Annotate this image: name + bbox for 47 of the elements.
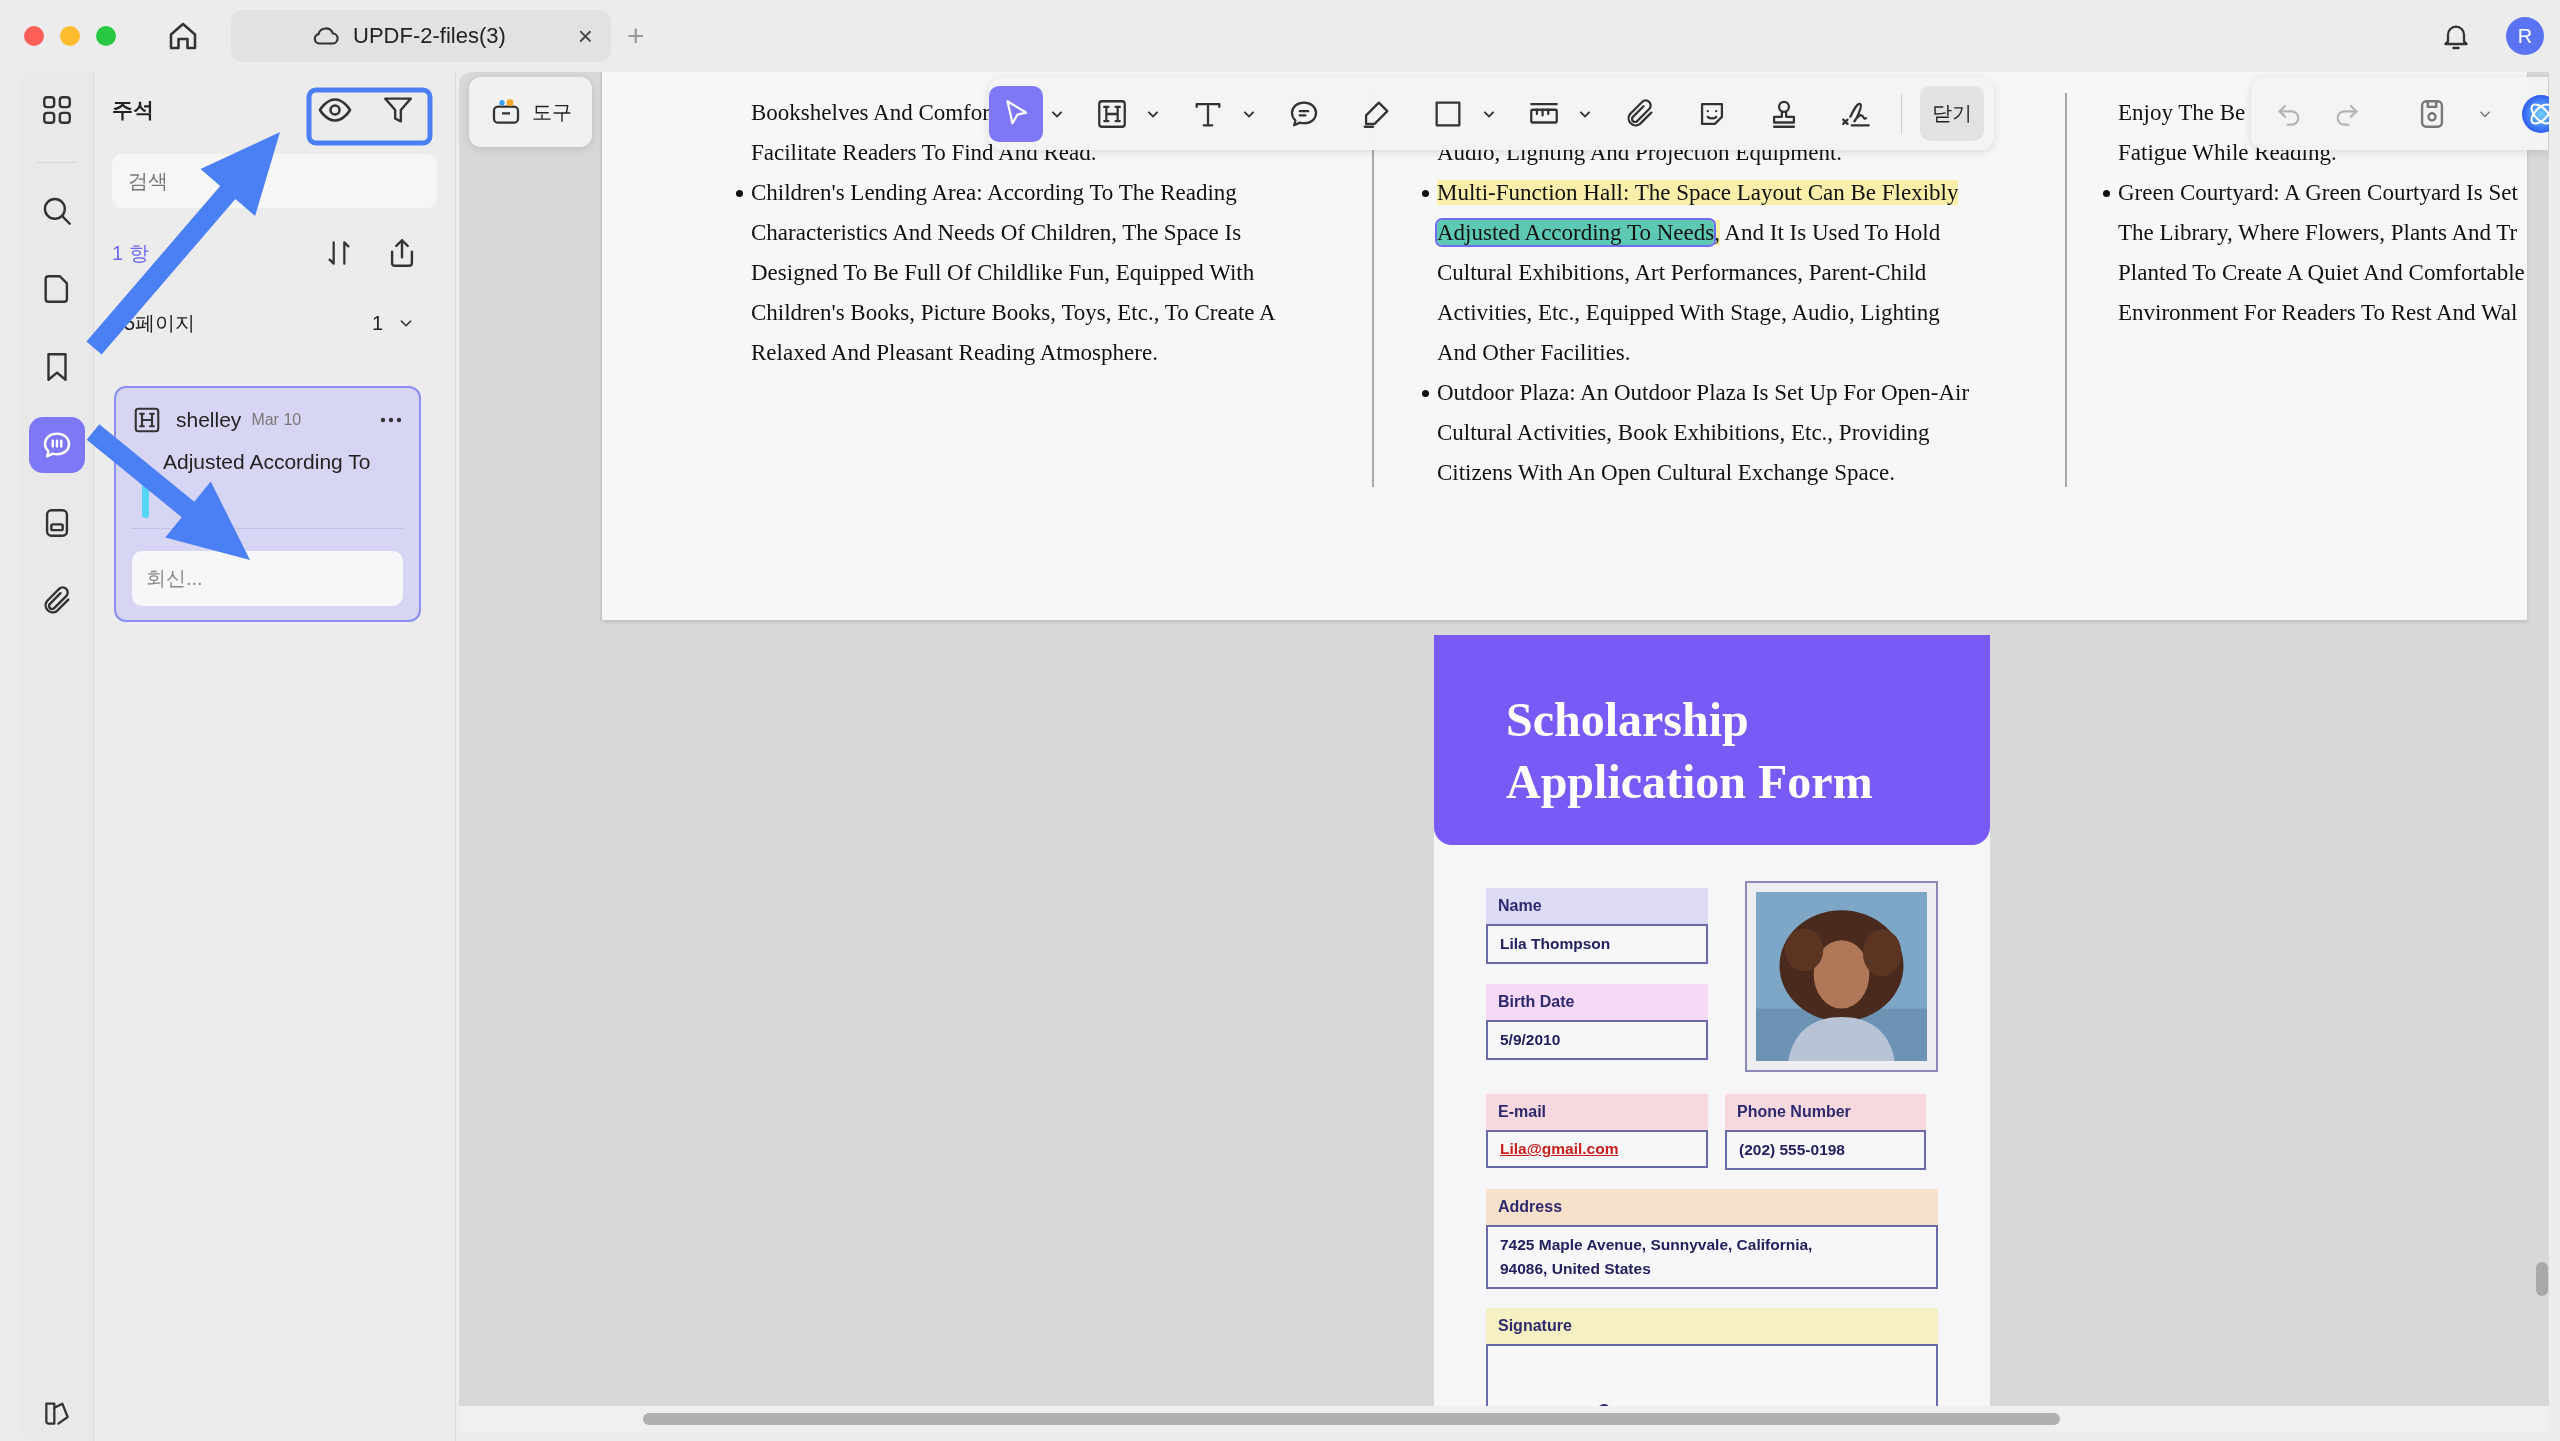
text-line: Characteristics And Needs Of Children, The Space Is (751, 219, 1242, 247)
text-line: Citizens With An Open Cultural Exchange Space. (1437, 459, 1895, 487)
email-link[interactable]: Lila@gmail.com (1500, 1140, 1619, 1158)
text-field[interactable]: 7425 Maple Avenue, Sunnyvale, California, 94086, United States (1486, 1225, 1938, 1289)
tools-button[interactable]: 도구 (469, 77, 592, 147)
comment-card[interactable]: shelley Mar 10 Adjusted According To 회신... (114, 386, 421, 622)
text-line: Children's Books, Picture Books, Toys, Etc., To Create A (751, 299, 1276, 327)
close-tab-button[interactable]: × (577, 20, 593, 52)
text-line: Green Courtyard: A Green Courtyard Is Set (2118, 179, 2518, 207)
panel-title: 주석 (112, 97, 154, 123)
field-label: Birth Date (1486, 984, 1708, 1020)
text-field[interactable]: Lila Thompson (1486, 924, 1708, 964)
page-group-count: 1 (371, 311, 383, 335)
text-line: And Other Facilities. (1437, 339, 1631, 367)
field-label: Name (1486, 888, 1708, 924)
text-line: Audio, Lighting And Projection Equipment. (1437, 139, 1843, 167)
text-line: The Library, Where Flowers, Plants And Tr (2118, 219, 2518, 247)
text-line: Relaxed And Pleasant Reading Atmosphere. (751, 339, 1158, 367)
text-line: Enjoy The Be (2118, 99, 2246, 127)
avatar[interactable]: R (2506, 17, 2544, 55)
text-line: Planted To Create A Quiet And Comfortable (2118, 259, 2525, 287)
comment-date: Mar 10 (251, 411, 302, 429)
text-line: Activities, Etc., Equipped With Stage, Audio, Lighting (1437, 299, 1940, 327)
field-label: E-mail (1486, 1094, 1708, 1130)
text-line: Adjusted According To Needs, And It Is Used To Hold (1437, 219, 1941, 247)
text-field[interactable]: 5/9/2010 (1486, 1020, 1708, 1060)
text-line: Outdoor Plaza: An Outdoor Plaza Is Set Up For Open-Air (1437, 379, 1970, 407)
document-tab[interactable]: UPDF-2-files(3) × (231, 10, 611, 62)
text-line: Environment For Readers To Rest And Wal (2118, 299, 2518, 327)
text-line: Designed To Be Full Of Childlike Fun, Equipped With (751, 259, 1255, 287)
field-label: Signature (1486, 1308, 1938, 1344)
text-line: Facilitate Readers To Find And Read. (751, 139, 1097, 167)
field-label: Address (1486, 1189, 1938, 1225)
quoted-text: Adjusted According To (163, 449, 372, 475)
text-line: Cultural Exhibitions, Art Performances, Parent-Child (1437, 259, 1927, 287)
text-line: Fatigue While Reading. (2118, 139, 2337, 167)
close-button[interactable]: 닫기 (1920, 86, 1984, 141)
text-line: Bookshelves And Comfor (751, 99, 990, 127)
reply-field[interactable]: 회신... (132, 551, 403, 606)
text-field[interactable]: Lila@gmail.com (1486, 1130, 1708, 1168)
text-line: Children's Lending Area: According To The Reading (751, 179, 1237, 207)
item-count: 1 항 (112, 240, 149, 266)
comment-author: shelley (176, 408, 242, 432)
form-title: Scholarship Application Form (1506, 692, 1874, 810)
text-field[interactable]: (202) 555-0198 (1725, 1130, 1926, 1170)
field-label: Phone Number (1725, 1094, 1926, 1130)
text-line: Cultural Activities, Book Exhibitions, Etc., Providing (1437, 419, 1930, 447)
